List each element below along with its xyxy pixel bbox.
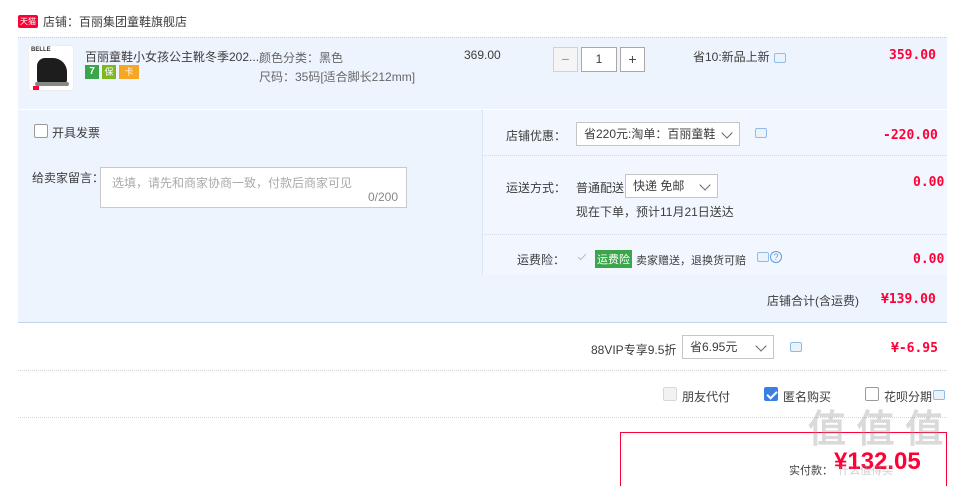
shop-name[interactable]: 百丽集团童鞋旗舰店 <box>79 13 187 30</box>
chat-icon[interactable] <box>774 53 786 63</box>
chevron-down-icon <box>755 340 767 352</box>
vip-amount: ¥-6.95 <box>891 341 938 356</box>
chat-icon[interactable] <box>790 342 802 352</box>
message-counter: 0/200 <box>367 190 398 204</box>
message-placeholder: 选填，请先和商家协商一致，付款后商家可见 <box>112 176 353 190</box>
chat-icon[interactable] <box>755 128 767 138</box>
shipping-eta: 现在下单，预计11月21日送达 <box>576 205 734 219</box>
product-thumbnail[interactable]: BELLE <box>28 45 74 91</box>
attr-color: 颜色分类：黑色 <box>259 51 344 65</box>
vip-select-value: 省6.95元 <box>690 340 738 354</box>
qty-input[interactable]: 1 <box>581 47 617 72</box>
shop-discount-select[interactable]: 省220元:淘单：百丽童鞋 <box>576 122 740 146</box>
shop-total-amount: ¥139.00 <box>881 292 936 307</box>
anonymous-checkbox[interactable] <box>764 387 778 401</box>
insurance-text: 卖家赠送，退换货可赔 <box>636 255 746 267</box>
guarantee-icon[interactable]: 保 <box>102 65 116 79</box>
item-promo: 省10:新品上新 <box>693 50 770 64</box>
shop-label: 店铺： <box>43 14 80 29</box>
shop-total-label: 店铺合计(含运费) <box>767 294 859 308</box>
chevron-down-icon <box>699 179 711 191</box>
shipping-method: 普通配送 <box>576 181 625 195</box>
message-label: 给卖家留言： <box>32 171 105 185</box>
friend-pay-checkbox[interactable] <box>663 387 677 401</box>
vip-label: 88VIP专享9.5折 <box>591 343 677 357</box>
qty-plus-button[interactable]: + <box>620 47 645 72</box>
shop-discount-amount: -220.00 <box>883 128 938 143</box>
product-title[interactable]: 百丽童鞋小女孩公主靴冬季202... <box>85 48 259 65</box>
insurance-label: 运费险： <box>517 253 566 267</box>
boot-sole <box>35 82 69 86</box>
friend-pay-label: 朋友代付 <box>682 390 731 404</box>
red-mark <box>33 86 39 90</box>
shipping-amount: 0.00 <box>913 175 945 190</box>
shop-discount-label: 店铺优惠： <box>506 129 567 143</box>
shipping-select-value: 快递 免邮 <box>633 179 685 193</box>
unit-price: 369.00 <box>464 48 501 62</box>
divider <box>18 370 947 371</box>
divider <box>482 155 947 156</box>
message-textarea[interactable]: 选填，请先和商家协商一致，付款后商家可见 0/200 <box>100 167 407 208</box>
item-subtotal: 359.00 <box>889 48 936 63</box>
shop-discount-value: 省220元:淘单：百丽童鞋 <box>584 127 716 141</box>
service-badges: 7 保 卡 <box>85 65 139 79</box>
shop-header: 天猫 店铺： 百丽集团童鞋旗舰店 <box>18 12 187 30</box>
insurance-amount: 0.00 <box>913 252 945 267</box>
shipping-label: 运送方式： <box>506 181 567 195</box>
seven-day-return-icon[interactable]: 7 <box>85 65 99 79</box>
chevron-down-icon <box>721 127 733 139</box>
qty-minus-button[interactable]: − <box>553 47 578 72</box>
help-icon[interactable]: ? <box>770 251 782 263</box>
vip-select[interactable]: 省6.95元 <box>682 335 774 359</box>
boot-image <box>37 58 67 84</box>
attr-size: 尺码：35码[适合脚长212mm] <box>259 70 416 84</box>
invoice-label: 开具发票 <box>52 126 101 140</box>
divider <box>482 234 947 235</box>
insurance-badge: 运费险 <box>595 250 632 268</box>
card-icon[interactable]: 卡 <box>119 65 139 79</box>
watermark-site: 什么值得买 <box>838 465 893 477</box>
chat-icon[interactable] <box>757 252 769 262</box>
invoice-checkbox[interactable] <box>34 124 48 138</box>
shipping-select[interactable]: 快递 免邮 <box>625 174 718 198</box>
quantity-stepper: − 1 + <box>553 47 645 72</box>
tmall-badge: 天猫 <box>18 14 38 28</box>
watermark-logo: 值 值 值 <box>808 409 944 451</box>
insurance-checkbox <box>577 251 589 264</box>
brand-logo-text: BELLE <box>31 47 51 53</box>
payment-label: 实付款： <box>789 465 833 477</box>
